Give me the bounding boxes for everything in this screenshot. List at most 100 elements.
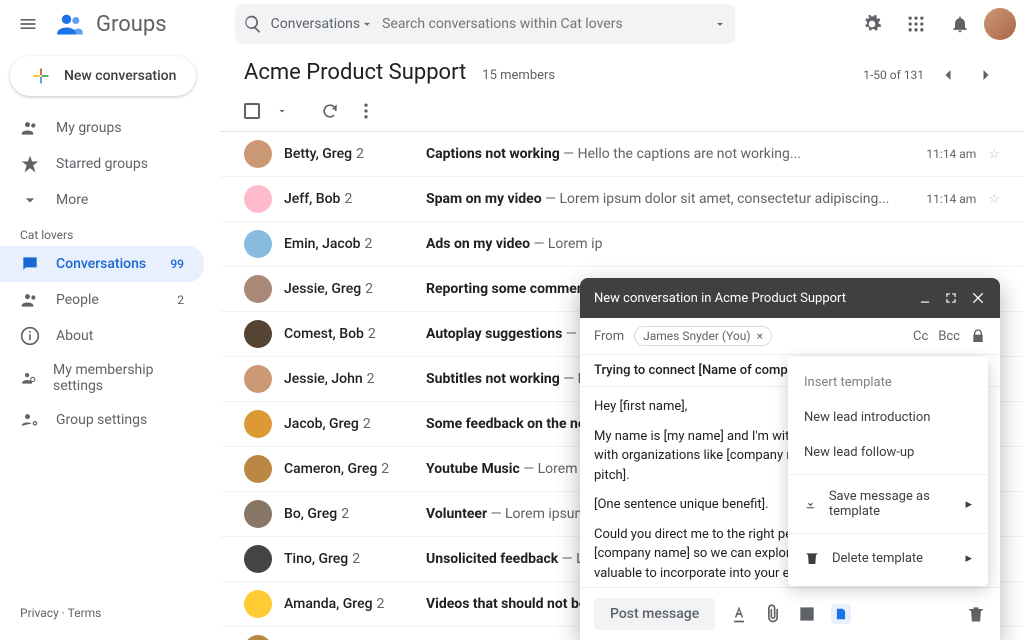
nav-about[interactable]: About <box>0 318 204 354</box>
search-icon <box>243 14 263 34</box>
terms-link[interactable]: Terms <box>68 606 102 620</box>
avatar <box>244 500 272 528</box>
compose-window: New conversation in Acme Product Support… <box>580 278 1000 640</box>
avatar <box>244 545 272 573</box>
star-icon <box>20 154 40 174</box>
nav-conversations[interactable]: Conversations99 <box>0 246 204 282</box>
post-message-button[interactable]: Post message <box>594 598 715 630</box>
conversations-icon <box>20 254 40 274</box>
remove-chip-icon[interactable]: × <box>757 329 763 343</box>
cc-button[interactable]: Cc <box>913 329 928 344</box>
star-icon[interactable]: ☆ <box>988 192 1000 207</box>
compose-title: New conversation in Acme Product Support <box>594 291 846 306</box>
participants: Jessie, Greg2 <box>284 281 414 297</box>
prev-page[interactable] <box>934 61 962 89</box>
template-item-1[interactable]: New lead introduction <box>788 400 988 435</box>
avatar <box>244 275 272 303</box>
participants: Comest, Bob2 <box>284 326 414 342</box>
lock-icon[interactable] <box>970 326 986 346</box>
group-settings-icon <box>20 410 40 430</box>
select-all-checkbox[interactable] <box>244 103 260 119</box>
template-icon[interactable] <box>831 604 851 624</box>
participants: Betty, Greg2 <box>284 146 414 162</box>
nav-group-settings[interactable]: Group settings <box>0 402 204 438</box>
subject: Captions not working — Hello the caption… <box>426 146 914 162</box>
delete-template[interactable]: Delete template▸ <box>788 538 988 578</box>
nav-more[interactable]: More <box>0 182 204 218</box>
attach-icon[interactable] <box>763 604 783 624</box>
star-icon[interactable]: ☆ <box>988 147 1000 162</box>
next-page[interactable] <box>972 61 1000 89</box>
fullscreen-icon[interactable] <box>944 288 958 308</box>
time: 11:14 am <box>926 192 976 206</box>
nav-people[interactable]: People2 <box>0 282 204 318</box>
conversation-row[interactable]: Emin, Jacob2 Ads on my video — Lorem ip <box>220 222 1024 267</box>
avatar <box>244 320 272 348</box>
group-label: Cat lovers <box>0 218 220 246</box>
search-input[interactable] <box>374 16 713 32</box>
member-count[interactable]: 15 members <box>482 68 555 83</box>
conversation-row[interactable]: Betty, Greg2 Captions not working — Hell… <box>220 132 1024 177</box>
search-bar[interactable]: Conversations <box>235 4 735 44</box>
groups-logo-icon <box>56 10 84 38</box>
image-icon[interactable] <box>797 604 817 624</box>
participants: Amanda, Greg2 <box>284 596 414 612</box>
bcc-button[interactable]: Bcc <box>938 329 960 344</box>
page-range: 1-50 of 131 <box>863 68 924 82</box>
save-icon <box>804 494 817 514</box>
info-icon <box>20 326 40 346</box>
hamburger-menu[interactable] <box>8 4 48 44</box>
conversation-row[interactable]: Jeff, Bob2 Spam on my video — Lorem ipsu… <box>220 177 1024 222</box>
avatar <box>244 365 272 393</box>
avatar <box>244 590 272 618</box>
avatar <box>244 455 272 483</box>
apps-button[interactable] <box>896 4 936 44</box>
minimize-icon[interactable] <box>918 288 932 308</box>
plus-icon <box>30 66 52 86</box>
participants: Jacob, Greg2 <box>284 416 414 432</box>
time: 11:14 am <box>926 147 976 161</box>
avatar <box>244 410 272 438</box>
avatar <box>244 635 272 640</box>
people-icon <box>20 118 40 138</box>
participants: Cameron, Greg2 <box>284 461 414 477</box>
brand-name: Groups <box>96 12 167 37</box>
avatar <box>244 230 272 258</box>
from-label: From <box>594 329 624 344</box>
subject: Ads on my video — Lorem ip <box>426 236 1000 252</box>
new-conversation-button[interactable]: New conversation <box>10 56 196 96</box>
participants: Jeff, Bob2 <box>284 191 414 207</box>
avatar <box>244 185 272 213</box>
nav-starred[interactable]: Starred groups <box>0 146 204 182</box>
people-icon <box>20 290 40 310</box>
caret-down-icon[interactable] <box>360 14 374 34</box>
subject: Spam on my video — Lorem ipsum dolor sit… <box>426 191 914 207</box>
save-template[interactable]: Save message as template▸ <box>788 479 988 529</box>
trash-icon <box>804 548 820 568</box>
account-avatar[interactable] <box>984 8 1016 40</box>
close-icon[interactable] <box>970 288 986 308</box>
notifications-button[interactable] <box>940 4 980 44</box>
privacy-link[interactable]: Privacy <box>20 606 59 620</box>
template-menu: Insert template New lead introduction Ne… <box>788 357 988 586</box>
format-icon[interactable] <box>729 604 749 624</box>
template-menu-header: Insert template <box>788 365 988 400</box>
participants: Bo, Greg2 <box>284 506 414 522</box>
delete-draft-icon[interactable] <box>966 604 986 624</box>
participants: Jessie, John2 <box>284 371 414 387</box>
more-icon[interactable] <box>356 101 376 121</box>
settings-button[interactable] <box>852 4 892 44</box>
caret-down-icon[interactable] <box>276 101 288 121</box>
search-scope[interactable]: Conversations <box>271 16 360 32</box>
template-item-2[interactable]: New lead follow-up <box>788 435 988 470</box>
participants: Tino, Greg2 <box>284 551 414 567</box>
nav-membership[interactable]: My membership settings <box>0 354 204 402</box>
group-title: Acme Product Support <box>244 60 466 85</box>
participants: Emin, Jacob2 <box>284 236 414 252</box>
new-conversation-label: New conversation <box>64 68 176 84</box>
from-chip[interactable]: James Snyder (You)× <box>634 326 772 346</box>
refresh-icon[interactable] <box>320 101 340 121</box>
caret-down-icon[interactable] <box>713 14 727 34</box>
nav-my-groups[interactable]: My groups <box>0 110 204 146</box>
membership-icon <box>20 368 37 388</box>
